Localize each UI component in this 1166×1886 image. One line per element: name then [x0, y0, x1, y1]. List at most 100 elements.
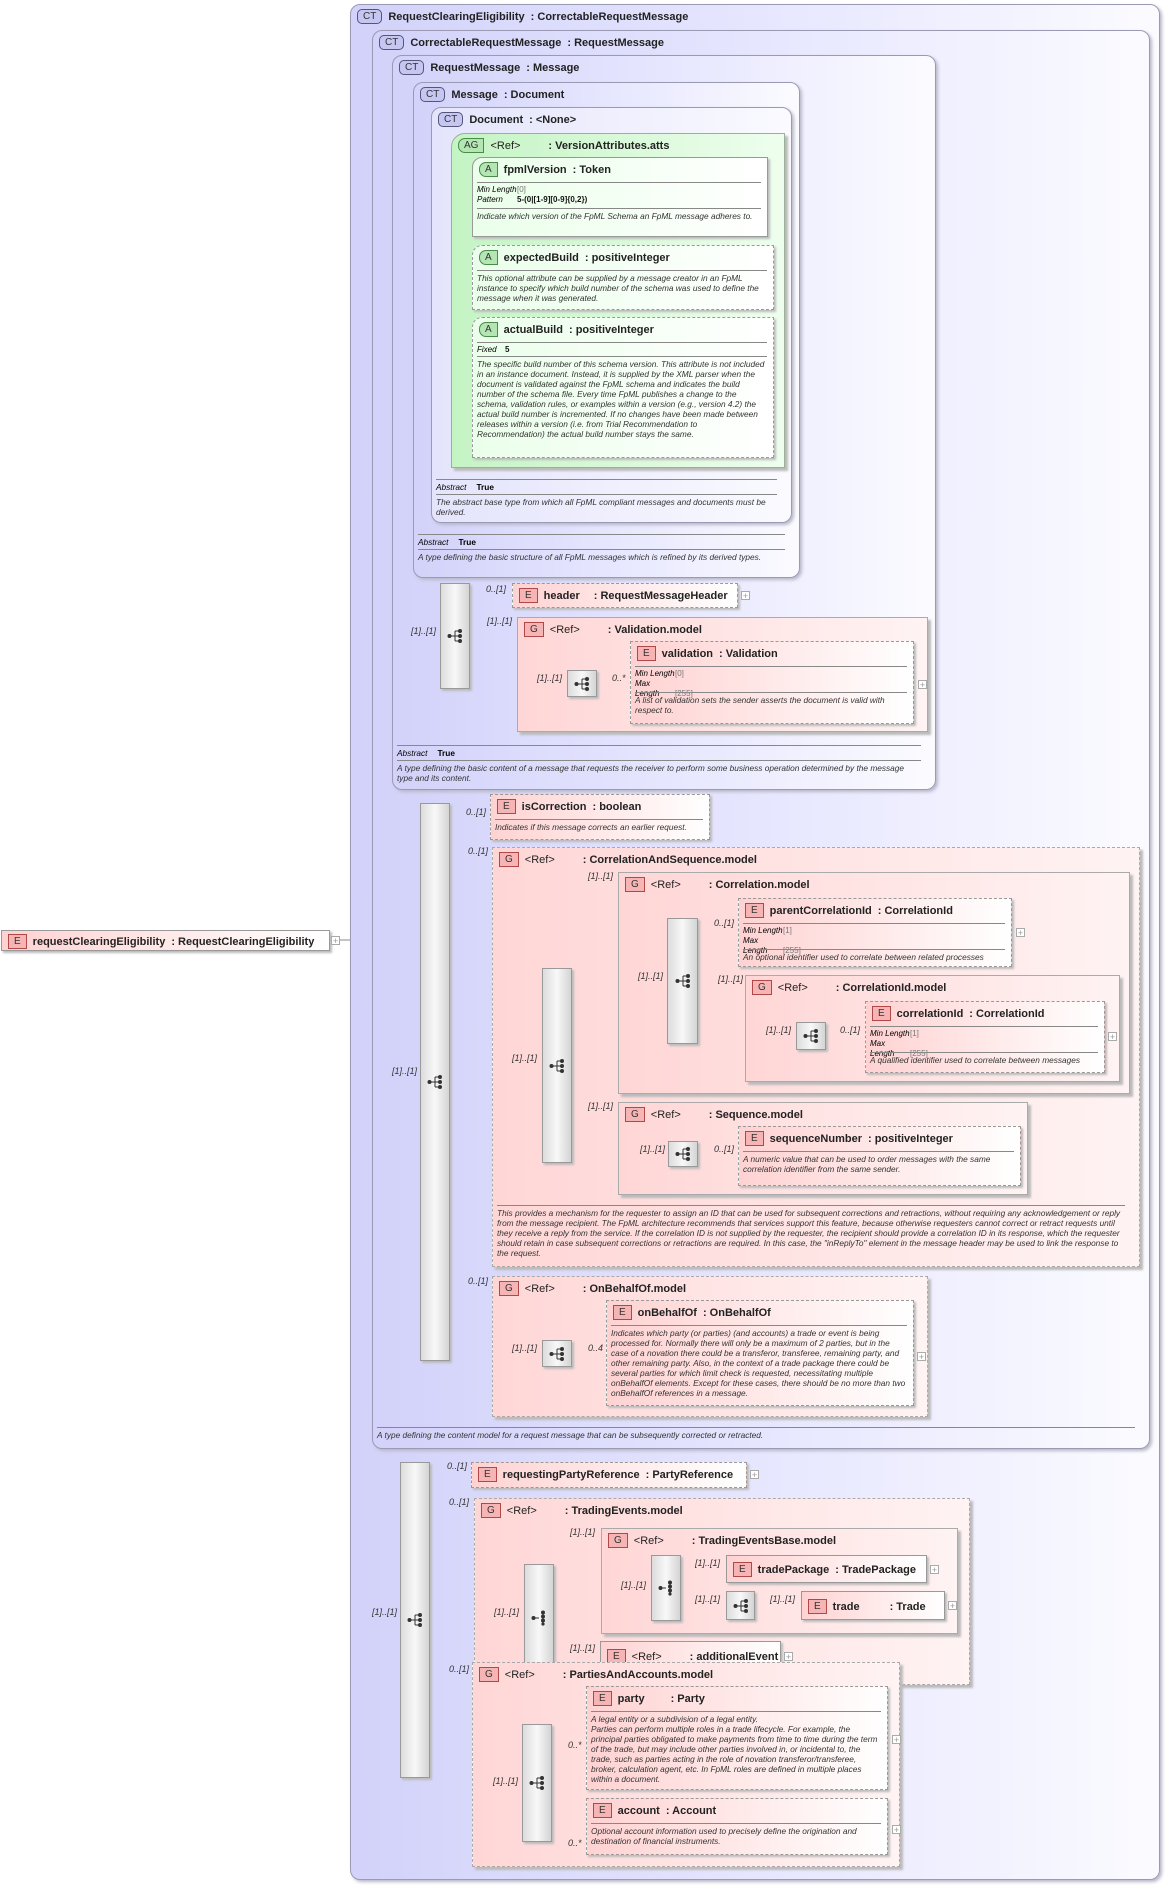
element-trade[interactable]: Etrade: Trade	[801, 1591, 945, 1620]
sequence-compositor[interactable]	[726, 1591, 755, 1620]
element-parent-correlation-id[interactable]: EparentCorrelationId: CorrelationId Min …	[738, 898, 1012, 967]
element-badge: E	[637, 646, 656, 661]
element-description: Indicates which party (or parties) (and …	[611, 1325, 907, 1398]
expand-button[interactable]: +	[892, 1735, 901, 1745]
base-type: : <None>	[529, 113, 577, 126]
expand-button[interactable]: +	[917, 1352, 926, 1362]
element-account[interactable]: Eaccount: Account Optional account infor…	[586, 1798, 888, 1855]
expand-button[interactable]: +	[1108, 1032, 1117, 1042]
attribute-expected-build[interactable]: AexpectedBuild: positiveInteger This opt…	[472, 245, 774, 310]
element-type: : RequestClearingEligibility	[171, 935, 315, 948]
occurrence-label: [1]..[1]	[588, 871, 614, 881]
attribute-group-badge: AG	[458, 138, 485, 153]
occurrence-label: [1]..[1]	[570, 1643, 596, 1653]
element-name: onBehalfOf	[637, 1306, 697, 1319]
occurrence-label: [1]..[1]	[392, 1066, 418, 1076]
expand-button[interactable]: +	[1016, 928, 1025, 938]
element-description: A numeric value that can be used to orde…	[743, 1151, 1014, 1174]
occurrence-label: [1]..[1]	[512, 1053, 538, 1063]
occurrence-label: 0..4	[588, 1343, 604, 1353]
sequence-compositor[interactable]	[567, 670, 597, 697]
occurrence-label: [1]..[1]	[766, 1025, 792, 1035]
choice-compositor[interactable]	[524, 1564, 554, 1672]
element-badge: E	[593, 1803, 612, 1818]
element-sequence-number[interactable]: EsequenceNumber: positiveInteger A numer…	[738, 1126, 1021, 1186]
expand-button[interactable]: +	[741, 591, 750, 601]
element-badge: E	[8, 934, 27, 949]
element-trade-package[interactable]: EtradePackage: TradePackage	[726, 1555, 927, 1583]
occurrence-label: [1]..[1]	[695, 1558, 721, 1568]
occurrence-label: [1]..[1]	[411, 626, 437, 636]
element-on-behalf-of[interactable]: EonBehalfOf: OnBehalfOf Indicates which …	[606, 1300, 914, 1406]
base-type: : CorrectableRequestMessage	[530, 10, 689, 23]
group-badge: G	[481, 1503, 501, 1518]
attribute-actual-build[interactable]: AactualBuild: positiveInteger Fixed 5 The…	[472, 317, 774, 458]
ref-label: <Ref>	[650, 1108, 681, 1121]
element-description: Indicates if this message corrects an ea…	[495, 819, 703, 832]
expand-button[interactable]: +	[918, 680, 927, 690]
element-header[interactable]: Eheader: RequestMessageHeader	[512, 583, 738, 608]
occurrence-label: [1]..[1]	[640, 1144, 666, 1154]
expand-button[interactable]: +	[948, 1601, 957, 1611]
sequence-icon	[675, 974, 690, 988]
property-label: Pattern	[477, 195, 503, 204]
element-is-correction[interactable]: EisCorrection: boolean Indicates if this…	[490, 794, 710, 840]
occurrence-label: [1]..[1]	[570, 1527, 596, 1537]
group-name: : CorrelationAndSequence.model	[582, 853, 757, 866]
element-requesting-party-reference[interactable]: ErequestingPartyReference: PartyReferenc…	[471, 1462, 747, 1488]
attribute-name: fpmlVersion	[503, 163, 567, 176]
type-description: A type defining the content model for a …	[377, 1430, 764, 1440]
sequence-compositor[interactable]	[522, 1724, 552, 1842]
occurrence-label: 0..[1]	[840, 1025, 861, 1035]
expand-button[interactable]: +	[892, 1825, 901, 1835]
sequence-compositor[interactable]	[420, 803, 450, 1361]
complex-type-badge: CT	[399, 60, 425, 75]
sequence-compositor[interactable]	[400, 1462, 430, 1778]
expand-button[interactable]: +	[930, 1565, 939, 1575]
group-name: : Validation.model	[607, 623, 702, 636]
occurrence-label: [1]..[1]	[770, 1594, 796, 1604]
group-badge: G	[625, 877, 645, 892]
element-badge: E	[733, 1562, 752, 1577]
attribute-badge: A	[479, 250, 498, 265]
collapse-button[interactable]: +	[331, 936, 340, 946]
abstract-label: Abstract	[436, 482, 467, 492]
choice-compositor[interactable]	[651, 1555, 681, 1621]
property-value: [1]	[783, 926, 792, 935]
occurrence-label: 0..[1]	[714, 918, 735, 928]
attribute-name: actualBuild	[503, 323, 563, 336]
element-description: A list of validation sets the sender ass…	[635, 692, 907, 715]
sequence-compositor[interactable]	[440, 583, 470, 689]
abstract-label: Abstract	[397, 748, 428, 758]
sequence-compositor[interactable]	[667, 918, 698, 1044]
group-name: : TradingEventsBase.model	[691, 1534, 837, 1547]
root-element-request-clearing-eligibility[interactable]: ErequestClearingEligibility: RequestClea…	[1, 930, 330, 951]
element-party[interactable]: Eparty: Party A legal entity or a subdiv…	[586, 1686, 888, 1790]
sequence-compositor[interactable]	[796, 1022, 826, 1050]
element-type: : RequestMessageHeader	[593, 589, 728, 602]
type-name: Message	[451, 88, 498, 101]
occurrence-label: 0..[1]	[714, 1144, 735, 1154]
element-correlation-id[interactable]: EcorrelationId: CorrelationId Min Length…	[865, 1001, 1105, 1073]
sequence-compositor[interactable]	[542, 1340, 572, 1367]
occurrence-label: 0..*	[612, 673, 626, 683]
occurrence-label: [1]..[1]	[494, 1607, 520, 1617]
sequence-compositor[interactable]	[542, 968, 572, 1163]
occurrence-label: [1]..[1]	[493, 1776, 519, 1786]
type-description: A type defining the basic content of a m…	[397, 763, 905, 783]
occurrence-label: [1]..[1]	[638, 971, 664, 981]
group-name: : VersionAttributes.atts	[548, 139, 670, 152]
ref-label: <Ref>	[633, 1534, 664, 1547]
sequence-compositor[interactable]	[668, 1141, 698, 1167]
group-name: : Correlation.model	[708, 878, 810, 891]
occurrence-label: [1]..[1]	[588, 1101, 614, 1111]
sequence-icon	[427, 1075, 442, 1089]
property-label: Min Length	[477, 185, 517, 194]
expand-button[interactable]: +	[784, 1652, 793, 1662]
attribute-fpml-version[interactable]: AfpmlVersion: Token Min Length[0] Pattern…	[472, 157, 768, 237]
expand-button[interactable]: +	[750, 1470, 759, 1480]
type-description: A type defining the basic structure of a…	[418, 552, 762, 562]
sequence-icon	[549, 1346, 564, 1361]
element-validation[interactable]: Evalidation: Validation Min Length[0] Max…	[630, 641, 914, 724]
occurrence-label: 0..[1]	[449, 1497, 470, 1507]
